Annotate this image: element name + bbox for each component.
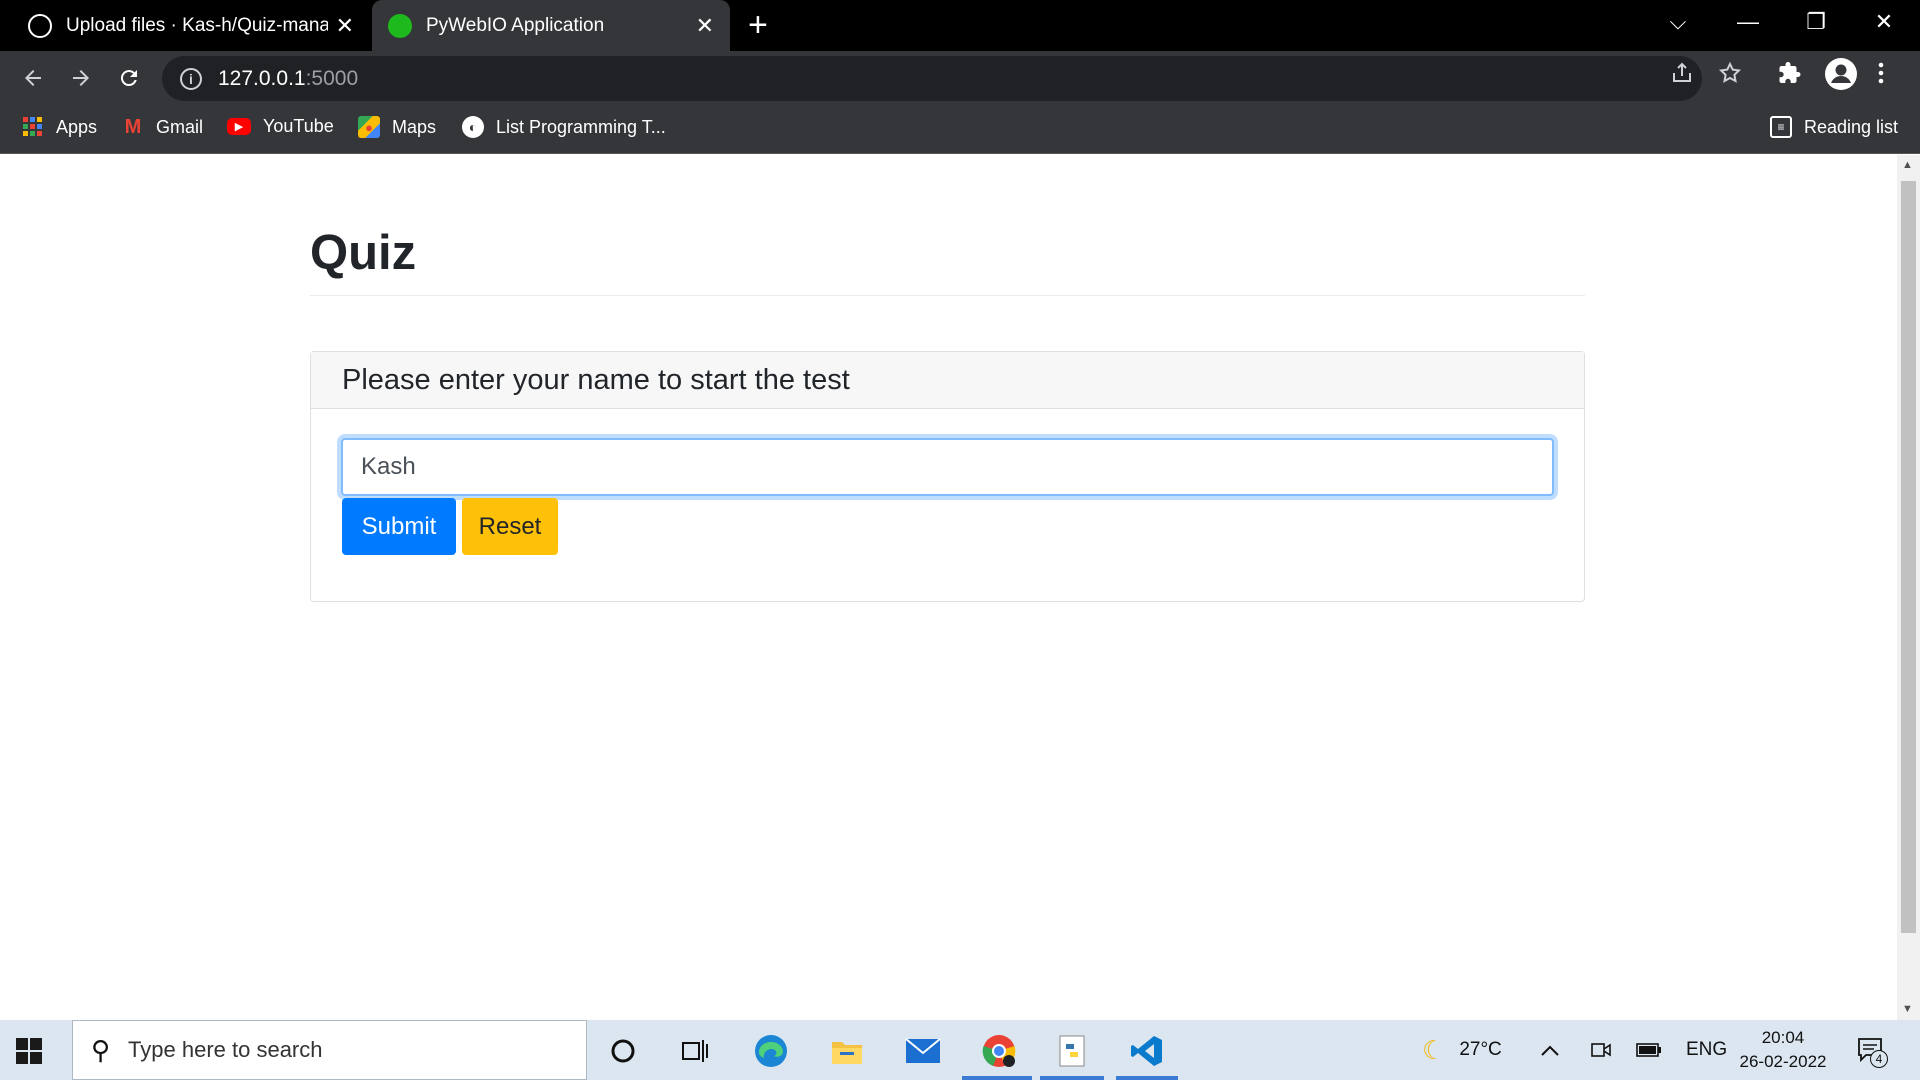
url-host: 127.0.0.1 bbox=[218, 66, 306, 90]
close-icon[interactable]: ✕ bbox=[696, 13, 714, 39]
page-scrollbar[interactable]: ▲ ▼ bbox=[1897, 155, 1920, 1020]
clock-date: 26-02-2022 bbox=[1739, 1052, 1827, 1071]
search-icon: ⚲ bbox=[91, 1034, 111, 1065]
windows-start-icon[interactable] bbox=[16, 1038, 42, 1064]
reading-list-label: Reading list bbox=[1804, 116, 1899, 137]
vscode-active-indicator bbox=[1116, 1076, 1178, 1080]
bookmark-apps[interactable]: Apps bbox=[22, 116, 97, 138]
bookmark-label: Apps bbox=[56, 116, 98, 137]
close-icon[interactable]: ✕ bbox=[336, 13, 354, 39]
language-indicator[interactable]: ENG bbox=[1686, 1020, 1727, 1080]
reload-button[interactable] bbox=[110, 59, 148, 97]
battery-icon[interactable] bbox=[1636, 1020, 1662, 1080]
bookmarks-bar: Apps M Gmail ▶ YouTube ● Maps ◐ List Pro… bbox=[0, 106, 1920, 154]
share-icon[interactable] bbox=[1670, 61, 1694, 92]
maps-icon: ● bbox=[358, 116, 380, 138]
address-bar[interactable]: i 127.0.0.1:5000 bbox=[162, 56, 1702, 101]
bookmark-youtube[interactable]: ▶ YouTube bbox=[227, 116, 334, 137]
reading-list-icon: ≡ bbox=[1770, 116, 1792, 138]
file-explorer-icon[interactable] bbox=[828, 1032, 866, 1070]
globe-icon: ◐ bbox=[462, 116, 484, 138]
extensions-icon[interactable] bbox=[1778, 61, 1802, 92]
bookmark-label: List Programming T... bbox=[496, 116, 666, 137]
apps-grid-icon bbox=[22, 116, 44, 138]
mail-icon[interactable] bbox=[904, 1032, 942, 1070]
weather-widget[interactable]: ☾ 27°C bbox=[1422, 1020, 1502, 1080]
name-input[interactable] bbox=[341, 438, 1554, 496]
clock-time: 20:04 bbox=[1761, 1028, 1805, 1047]
taskbar-search-box[interactable]: ⚲ Type here to search bbox=[72, 1020, 587, 1080]
youtube-icon: ▶ bbox=[227, 118, 251, 135]
web-page: Quiz Please enter your name to start the… bbox=[0, 155, 1897, 1020]
python-idle-icon[interactable] bbox=[1054, 1032, 1092, 1070]
windows-taskbar: ⚲ Type here to search ☾ 27°C ENG 20:04 2… bbox=[0, 1020, 1920, 1080]
profile-avatar[interactable] bbox=[1824, 57, 1858, 98]
browser-toolbar: i 127.0.0.1:5000 bbox=[0, 51, 1920, 106]
bookmark-maps[interactable]: ● Maps bbox=[358, 116, 436, 138]
chrome-icon[interactable] bbox=[980, 1032, 1018, 1070]
edge-browser-icon[interactable] bbox=[752, 1032, 790, 1070]
url-port: :5000 bbox=[305, 66, 359, 90]
green-circle-icon bbox=[388, 13, 412, 38]
reading-list-button[interactable]: ≡ Reading list bbox=[1770, 116, 1898, 138]
card-header: Please enter your name to start the test bbox=[311, 352, 1584, 409]
vscode-icon[interactable] bbox=[1128, 1032, 1166, 1070]
cortana-icon[interactable] bbox=[604, 1032, 642, 1070]
info-icon[interactable]: i bbox=[180, 67, 202, 90]
meet-now-icon[interactable] bbox=[1590, 1020, 1612, 1080]
python-active-indicator bbox=[1040, 1076, 1104, 1080]
scroll-thumb[interactable] bbox=[1901, 181, 1916, 933]
bookmark-label: YouTube bbox=[263, 116, 334, 136]
bookmark-label: Gmail bbox=[156, 116, 204, 137]
notification-center-icon[interactable]: 4 bbox=[1856, 1020, 1888, 1080]
bookmark-gmail[interactable]: M Gmail bbox=[122, 116, 203, 138]
name-form-card: Please enter your name to start the test… bbox=[310, 351, 1585, 602]
bookmark-list-programming[interactable]: ◐ List Programming T... bbox=[462, 116, 666, 138]
tab-search-icon[interactable]: ⌵ bbox=[1646, 0, 1710, 44]
github-icon bbox=[28, 13, 52, 38]
chrome-active-indicator bbox=[962, 1076, 1032, 1080]
window-close-button[interactable]: ✕ bbox=[1852, 0, 1916, 44]
submit-button[interactable]: Submit bbox=[342, 498, 456, 555]
tab-upload-files[interactable]: Upload files · Kas-h/Quiz-manag ✕ bbox=[0, 0, 370, 51]
browser-tab-strip: Upload files · Kas-h/Quiz-manag ✕ PyWebI… bbox=[0, 0, 1920, 51]
star-icon[interactable] bbox=[1718, 61, 1742, 92]
moon-icon: ☾ bbox=[1422, 1034, 1446, 1065]
page-title: Quiz bbox=[310, 226, 417, 280]
back-button[interactable] bbox=[14, 59, 52, 97]
system-clock[interactable]: 20:04 26-02-2022 bbox=[1728, 1026, 1838, 1074]
reset-button[interactable]: Reset bbox=[462, 498, 558, 555]
restore-button[interactable]: ❐ bbox=[1784, 0, 1848, 44]
minimize-button[interactable]: — bbox=[1716, 0, 1780, 44]
show-hidden-icons-icon[interactable] bbox=[1540, 1020, 1560, 1080]
arrow-right-icon bbox=[73, 70, 89, 86]
task-view-icon[interactable] bbox=[676, 1032, 714, 1070]
notification-count-badge: 4 bbox=[1870, 1050, 1888, 1068]
menu-icon[interactable] bbox=[1876, 61, 1886, 92]
tab-pywebio-application[interactable]: PyWebIO Application ✕ bbox=[372, 0, 730, 51]
bookmark-label: Maps bbox=[392, 116, 437, 137]
scroll-up-icon[interactable]: ▲ bbox=[1902, 159, 1913, 171]
weather-temperature: 27°C bbox=[1459, 1039, 1502, 1060]
tab-title: PyWebIO Application bbox=[426, 14, 605, 36]
tab-title: Upload files · Kas-h/Quiz-manag bbox=[66, 14, 328, 36]
title-divider bbox=[310, 295, 1585, 296]
forward-button[interactable] bbox=[62, 59, 100, 97]
new-tab-button[interactable]: + bbox=[748, 8, 768, 42]
gmail-icon: M bbox=[124, 115, 142, 138]
taskbar-search-placeholder: Type here to search bbox=[128, 1037, 323, 1062]
scroll-down-icon[interactable]: ▼ bbox=[1902, 1003, 1913, 1015]
reload-icon bbox=[120, 70, 137, 87]
arrow-left-icon bbox=[25, 70, 41, 86]
